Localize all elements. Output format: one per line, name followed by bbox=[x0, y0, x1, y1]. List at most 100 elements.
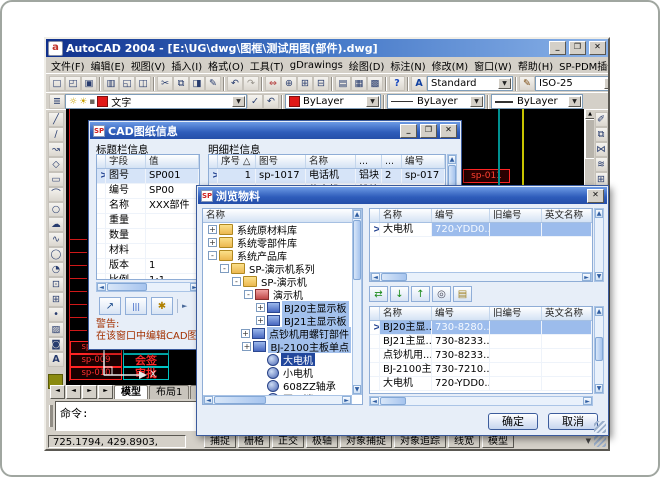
help-button[interactable]: ? bbox=[389, 76, 405, 91]
offset-button[interactable]: ≋ bbox=[595, 157, 608, 172]
color-combo[interactable]: ByLayer ▼ bbox=[285, 94, 381, 109]
menu-edit[interactable]: 编辑(E) bbox=[88, 57, 128, 73]
copy-object-button[interactable]: ⧉ bbox=[595, 127, 608, 142]
polyline-button[interactable]: ↝ bbox=[48, 142, 64, 157]
make-layer-current-button[interactable]: ✓ bbox=[247, 94, 263, 109]
table-row[interactable]: 重量 bbox=[97, 214, 199, 229]
column-header-name[interactable]: 名称 bbox=[306, 155, 356, 168]
download-button[interactable]: ↓ bbox=[390, 286, 409, 302]
revision-cloud-button[interactable]: ☁ bbox=[48, 217, 64, 232]
scroll-left-icon[interactable]: ◄ bbox=[370, 397, 379, 405]
tree-item-screw-part[interactable]: + 点钞机用螺钉部件 bbox=[203, 327, 351, 340]
column-header-enname[interactable]: 英文名称 bbox=[542, 209, 592, 222]
zoom-window-button[interactable]: ⊞ bbox=[297, 76, 313, 91]
cut-button[interactable]: ✂ bbox=[157, 76, 173, 91]
publish-button[interactable]: ◫ bbox=[135, 76, 151, 91]
restore-button[interactable]: ❐ bbox=[569, 41, 586, 55]
scroll-up-icon[interactable]: ▲ bbox=[353, 210, 361, 219]
scroll-thumb[interactable] bbox=[353, 220, 361, 280]
table-row[interactable]: 名称 XXX部件 bbox=[97, 199, 199, 214]
tree-item-parts-lib[interactable]: + 系统零部件库 bbox=[203, 236, 351, 249]
column-header-code[interactable]: 编号 bbox=[432, 209, 490, 222]
scroll-up-icon[interactable]: ▲ bbox=[448, 155, 456, 164]
scroll-up-icon[interactable]: ▲ bbox=[595, 209, 603, 218]
close-button[interactable]: ✕ bbox=[589, 41, 606, 55]
rectangle-button[interactable]: ▭ bbox=[48, 172, 64, 187]
hatch-button[interactable]: ▨ bbox=[48, 322, 64, 337]
expand-icon[interactable]: + bbox=[208, 238, 217, 247]
polygon-button[interactable]: ◇ bbox=[48, 157, 64, 172]
scroll-thumb[interactable] bbox=[381, 273, 407, 281]
chevron-down-icon[interactable]: ▼ bbox=[366, 96, 379, 107]
scroll-thumb[interactable] bbox=[380, 397, 406, 405]
line-button[interactable]: ╱ bbox=[48, 112, 64, 127]
toggle-snap[interactable]: 捕捉 bbox=[204, 434, 236, 448]
properties-button[interactable]: ▤ bbox=[335, 76, 351, 91]
redo-button[interactable]: ↷ bbox=[243, 76, 259, 91]
column-header-seq[interactable]: 序号 △ bbox=[218, 155, 256, 168]
first-tab-icon[interactable]: ◄ bbox=[50, 385, 65, 399]
column-header-oldcode[interactable]: 旧编号 bbox=[490, 307, 542, 320]
scroll-left-icon[interactable]: ◄ bbox=[97, 283, 106, 291]
tree-horizontal-scrollbar[interactable]: ◄ ► bbox=[203, 395, 352, 405]
insert-block-button[interactable]: ⊡ bbox=[48, 277, 64, 292]
toggle-polar[interactable]: 极轴 bbox=[306, 434, 338, 448]
save-button[interactable]: ▣ bbox=[81, 76, 97, 91]
circle-button[interactable]: ○ bbox=[48, 202, 64, 217]
menu-dimension[interactable]: 标注(N) bbox=[387, 57, 428, 73]
table-row[interactable]: BJ-2100主... 730-7210... bbox=[370, 363, 592, 377]
layer-previous-button[interactable]: ↶ bbox=[263, 94, 279, 109]
table-row[interactable]: 版本 1 bbox=[97, 259, 199, 274]
table-row[interactable]: BJ21主显... 730-8233... bbox=[370, 335, 592, 349]
toggle-osnap[interactable]: 对象捕捉 bbox=[340, 434, 392, 448]
column-header-enname[interactable]: 英文名称 bbox=[542, 307, 592, 320]
match-properties-button[interactable]: ✎ bbox=[205, 76, 221, 91]
table-row[interactable]: 材料 bbox=[97, 244, 199, 259]
zoom-previous-button[interactable]: ⊟ bbox=[313, 76, 329, 91]
dialog-titlebar[interactable]: SP CAD图纸信息 _ ❐ ✕ bbox=[90, 122, 460, 139]
tree-item-product-lib[interactable]: - 系统产品库 bbox=[203, 249, 351, 262]
linetype-combo[interactable]: ByLayer ▼ bbox=[387, 94, 485, 109]
tree-item-raw-material-lib[interactable]: + 系统原材料库 bbox=[203, 223, 351, 236]
table-row[interactable]: > 1 sp-1017 电话机 铝块 2 sp-017 bbox=[209, 169, 445, 184]
tree-item-demo-series[interactable]: - SP-演示机系列 bbox=[203, 262, 351, 275]
arc-button[interactable]: ⌒ bbox=[48, 187, 64, 202]
toggle-otrack[interactable]: 对象追踪 bbox=[394, 434, 446, 448]
status-menu-arrow-icon[interactable]: ▼ bbox=[586, 437, 591, 445]
cancel-button[interactable]: 取消 bbox=[548, 413, 598, 430]
tree-item-bj21-board[interactable]: + BJ21主显示板 bbox=[203, 314, 351, 327]
ok-button[interactable]: 确定 bbox=[488, 413, 538, 430]
minimize-button[interactable]: _ bbox=[549, 41, 566, 55]
scroll-down-icon[interactable]: ▼ bbox=[595, 384, 603, 393]
tree-vertical-scrollbar[interactable]: ▲ ▼ bbox=[352, 209, 362, 395]
search-button[interactable]: ◎ bbox=[432, 286, 451, 302]
make-block-button[interactable]: ⊞ bbox=[48, 292, 64, 307]
toggle-lineweight[interactable]: 线宽 bbox=[448, 434, 480, 448]
export-button[interactable]: ▤ bbox=[453, 286, 472, 302]
mirror-button[interactable]: ⋈ bbox=[595, 142, 608, 157]
table-row[interactable]: > 图号 SP001 bbox=[97, 169, 199, 184]
sync-button[interactable]: ⇄ bbox=[369, 286, 388, 302]
settings-button[interactable]: ✱ bbox=[151, 297, 173, 315]
vertical-scrollbar[interactable]: ▲ ▼ bbox=[594, 306, 604, 394]
expand-icon[interactable]: + bbox=[208, 225, 217, 234]
column-header-more1[interactable]: ... bbox=[356, 155, 382, 168]
tree-item-608zz-bearing[interactable]: 608ZZ轴承 bbox=[203, 379, 351, 392]
expand-icon[interactable]: + bbox=[256, 303, 265, 312]
spline-button[interactable]: ∿ bbox=[48, 232, 64, 247]
expand-icon[interactable]: + bbox=[256, 316, 265, 325]
scroll-thumb[interactable] bbox=[595, 337, 603, 361]
plot-preview-button[interactable]: ◱ bbox=[119, 76, 135, 91]
tree-item-big-motor[interactable]: 大电机 bbox=[203, 353, 351, 366]
tree-item-bj2100-board[interactable]: + BJ-2100主板单点 bbox=[203, 340, 351, 353]
tree-item-demo-machine-folder[interactable]: - SP-演示机 bbox=[203, 275, 351, 288]
table-row[interactable]: > 大电机 720-YDD0... bbox=[370, 223, 592, 237]
menu-format[interactable]: 格式(O) bbox=[205, 57, 247, 73]
tree-header-name[interactable]: 名称 bbox=[203, 209, 362, 222]
close-button[interactable]: ✕ bbox=[587, 189, 604, 203]
scroll-right-icon[interactable]: ► bbox=[583, 397, 592, 405]
chevron-down-icon[interactable]: ▼ bbox=[568, 96, 581, 107]
menu-draw[interactable]: 绘图(D) bbox=[346, 57, 388, 73]
column-header-more2[interactable]: ... bbox=[382, 155, 402, 168]
horizontal-scrollbar[interactable]: ◄ ► bbox=[369, 396, 593, 406]
